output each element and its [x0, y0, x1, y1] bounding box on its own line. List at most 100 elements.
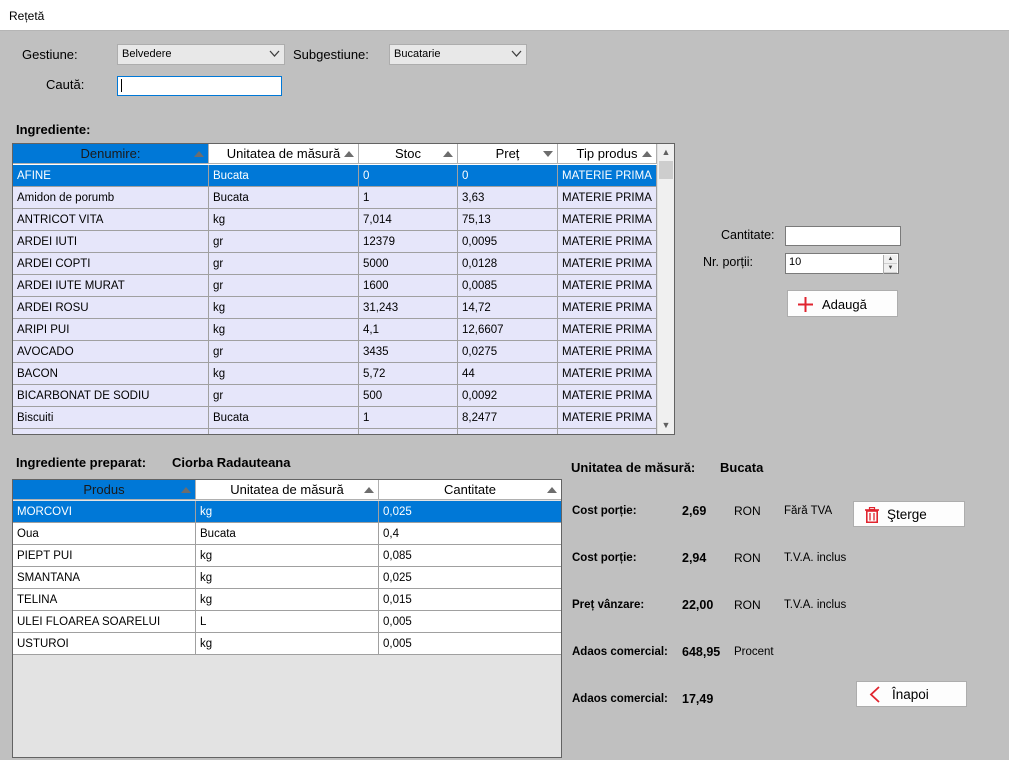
table-cell: 0 [458, 165, 558, 187]
subgestiune-select-value: Bucatarie [394, 48, 441, 60]
subgestiune-select[interactable]: Bucatarie [389, 44, 527, 65]
cantitate-input[interactable] [785, 226, 901, 246]
gestiune-label: Gestiune: [22, 47, 78, 62]
table-row[interactable]: MORCOVI kg 0,025 [13, 501, 561, 523]
cost-portie-note: Fără TVA [784, 505, 833, 517]
table-row[interactable]: AVOCADO gr 3435 0,0275 MATERIE PRIMA [13, 341, 657, 363]
table-cell: 3,63 [458, 187, 558, 209]
spin-up-icon[interactable]: ▲ [884, 255, 897, 264]
table-cell: MATERIE PRIMA [558, 187, 657, 209]
table-cell: kg [196, 545, 379, 567]
table-row[interactable]: Biscuiti Bucata 1 8,2477 MATERIE PRIMA [13, 407, 657, 429]
search-input[interactable] [117, 76, 282, 96]
table-cell: ARIPI PUI [13, 319, 209, 341]
table-row[interactable]: ANTRICOT VITA kg 7,014 75,13 MATERIE PRIMA [13, 209, 657, 231]
column-header-label: Denumire: [80, 146, 141, 161]
table-cell: ARDEI ROSU [13, 297, 209, 319]
cost-portie-tva-unit: RON [734, 551, 761, 565]
table-cell: 5000 [359, 253, 458, 275]
pret-vanzare-note: T.V.A. inclus [784, 599, 847, 611]
sort-up-icon [547, 487, 557, 493]
inapoi-button[interactable]: Înapoi [856, 681, 967, 707]
cost-portie-value: 2,69 [682, 504, 707, 518]
scroll-thumb[interactable] [659, 161, 673, 179]
table-cell: 0 [359, 165, 458, 187]
gestiune-select[interactable]: Belvedere [117, 44, 285, 65]
table-cell: 0,085 [379, 545, 561, 567]
table-cell: 5,72 [359, 363, 458, 385]
column-header-cantitate[interactable]: Cantitate [379, 480, 561, 500]
cost-portie-unit: RON [734, 504, 761, 518]
table-row[interactable]: ARDEI COPTI gr 5000 0,0128 MATERIE PRIMA [13, 253, 657, 275]
table-row[interactable]: TELINA kg 0,015 [13, 589, 561, 611]
table-cell: MATERIE PRIMA [558, 297, 657, 319]
table-row[interactable]: AFINE Bucata 0 0 MATERIE PRIMA [13, 165, 657, 187]
table-cell: 0,015 [379, 589, 561, 611]
column-header-produs[interactable]: Produs [13, 480, 196, 500]
adauga-button[interactable]: Adaugă [787, 290, 898, 317]
sort-up-icon [181, 487, 191, 493]
table-row[interactable]: ARDEI IUTE MURAT gr 1600 0,0085 MATERIE PRIM… [13, 275, 657, 297]
scroll-down-icon[interactable]: ▼ [658, 417, 674, 434]
table-row[interactable]: ARDEI IUTI gr 12379 0,0095 MATERIE PRIMA [13, 231, 657, 253]
text-caret [121, 79, 122, 92]
table-cell: 8,2477 [458, 407, 558, 429]
table-cell: ULEI FLOAREA SOARELUI [13, 611, 196, 633]
table-cell: kg [209, 319, 359, 341]
pret-vanzare-unit: RON [734, 598, 761, 612]
table-cell: kg [209, 363, 359, 385]
table-row[interactable]: BACON kg 5,72 44 MATERIE PRIMA [13, 363, 657, 385]
table-cell: 1 [359, 407, 458, 429]
table-cell: 0,005 [379, 611, 561, 633]
table-row[interactable]: BICARBONAT DE SODIU gr 500 0,0092 MATERIE PR… [13, 385, 657, 407]
gestiune-select-value: Belvedere [122, 48, 172, 60]
table-cell: MATERIE PRIMA [558, 385, 657, 407]
table-cell: MATERIE PRIMA [558, 407, 657, 429]
column-header-unitate[interactable]: Unitatea de măsură [196, 480, 379, 500]
table-row[interactable]: ARDEI ROSU kg 31,243 14,72 MATERIE PRIMA [13, 297, 657, 319]
spin-down-icon[interactable]: ▼ [884, 264, 897, 273]
table-row[interactable]: Amidon de porumb Bucata 1 3,63 MATERIE PRIMA [13, 187, 657, 209]
adaos-procent-label: Adaos comercial: [572, 646, 668, 658]
table-row[interactable]: PIEPT PUI kg 0,085 [13, 545, 561, 567]
portii-spin-buttons[interactable]: ▲ ▼ [883, 255, 897, 274]
table-row[interactable]: ARIPI PUI kg 4,1 12,6607 MATERIE PRIMA [13, 319, 657, 341]
table-cell: 0,0085 [458, 275, 558, 297]
table-cell: MORCOVI [13, 501, 196, 523]
preparat-grid[interactable]: Produs Unitatea de măsură Cantitate MORC… [12, 479, 562, 758]
cantitate-label: Cantitate: [721, 228, 775, 242]
table-cell: 1 [359, 187, 458, 209]
table-cell [209, 429, 359, 434]
sterge-button[interactable]: Şterge [853, 501, 965, 527]
chevron-left-icon [869, 686, 880, 703]
preparat-name: Ciorba Radauteana [172, 455, 291, 470]
column-header-pret[interactable]: Preț [458, 144, 558, 164]
table-cell [458, 429, 558, 434]
portii-stepper[interactable]: 10 ▲ ▼ [785, 253, 899, 274]
ingrediente-scrollbar[interactable]: ▲ ▼ [657, 144, 674, 434]
table-cell [359, 429, 458, 434]
column-header-tip-produs[interactable]: Tip produs [558, 144, 657, 164]
column-header-label: Preț [495, 146, 520, 161]
table-cell: Oua [13, 523, 196, 545]
table-cell: kg [209, 209, 359, 231]
scroll-up-icon[interactable]: ▲ [658, 144, 674, 161]
table-cell: USTUROI [13, 633, 196, 655]
column-header-label: Produs [83, 482, 125, 497]
table-cell: gr [209, 275, 359, 297]
table-row[interactable]: ULEI FLOAREA SOARELUI L 0,005 [13, 611, 561, 633]
table-cell: 44 [458, 363, 558, 385]
table-cell: 14,72 [458, 297, 558, 319]
table-row[interactable] [13, 429, 657, 434]
table-row[interactable]: USTUROI kg 0,005 [13, 633, 561, 655]
column-header-stoc[interactable]: Stoc [359, 144, 458, 164]
table-cell: AVOCADO [13, 341, 209, 363]
column-header-denumire[interactable]: Denumire: [13, 144, 209, 164]
table-row[interactable]: SMANTANA kg 0,025 [13, 567, 561, 589]
ingrediente-grid[interactable]: Denumire: Unitatea de măsură Stoc Preț T… [12, 143, 675, 435]
table-row[interactable]: Oua Bucata 0,4 [13, 523, 561, 545]
table-cell: SMANTANA [13, 567, 196, 589]
table-cell: MATERIE PRIMA [558, 165, 657, 187]
column-header-unitate[interactable]: Unitatea de măsură [209, 144, 359, 164]
table-cell: MATERIE PRIMA [558, 319, 657, 341]
